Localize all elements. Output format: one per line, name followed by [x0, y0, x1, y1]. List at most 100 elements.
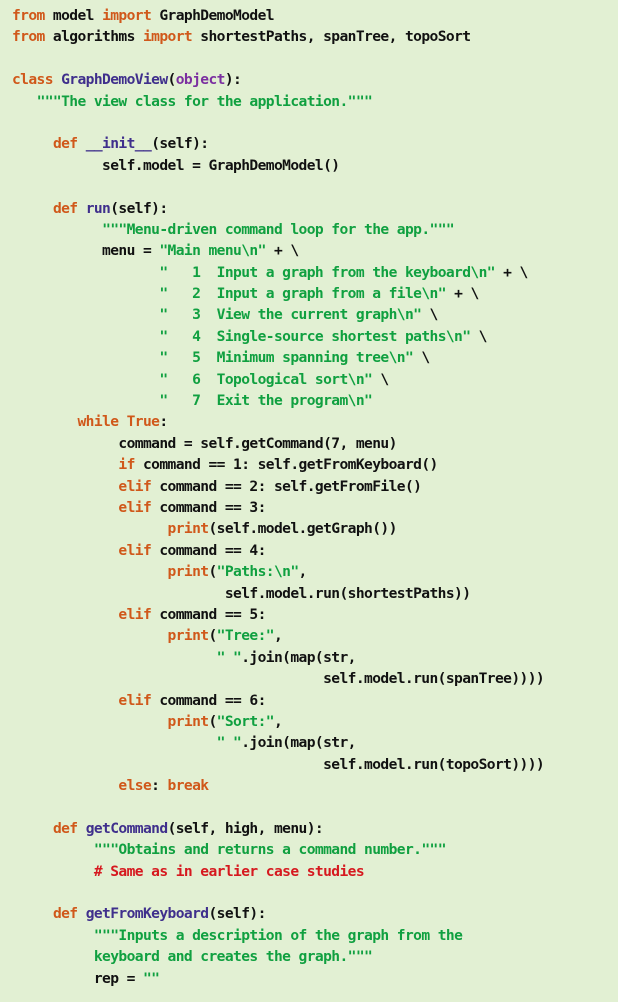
- keyword: print: [167, 563, 210, 581]
- code-text: (: [208, 563, 217, 581]
- code-text: menu =: [12, 242, 160, 260]
- keyword: def: [52, 905, 78, 923]
- string: "Tree:": [216, 627, 275, 645]
- code-text: self.model = GraphDemoModel(): [12, 156, 340, 174]
- code-text: + \: [265, 242, 299, 260]
- code-line: menu = "Main menu\n" + \: [12, 240, 618, 261]
- code-line: """Inputs a description of the graph fro…: [12, 925, 618, 946]
- string: """Inputs a description of the graph fro…: [93, 926, 463, 944]
- string: "Main menu\n": [159, 242, 266, 260]
- function-name: run: [85, 199, 111, 217]
- code-text: (self, high, menu):: [167, 819, 324, 837]
- code-text: (: [208, 712, 217, 730]
- code-text: self.model.run(shortestPaths)): [12, 584, 471, 602]
- code-line: print(self.model.getGraph()): [12, 518, 618, 539]
- keyword: elif: [118, 498, 152, 516]
- keyword: print: [167, 627, 210, 645]
- string: """Obtains and returns a command number.…: [93, 841, 447, 859]
- code-line: else: break: [12, 775, 618, 796]
- code-line: from algorithms import shortestPaths, sp…: [12, 26, 618, 47]
- code-line: """Obtains and returns a command number.…: [12, 839, 618, 860]
- code-text: (self.model.getGraph()): [208, 520, 397, 538]
- code-line: self.model = GraphDemoModel(): [12, 155, 618, 176]
- keyword: import: [102, 7, 152, 24]
- comment: # Same as in earlier case studies: [93, 862, 365, 880]
- keyword: def: [52, 819, 78, 837]
- string: " 6 Topological sort\n": [159, 370, 373, 388]
- code-text: command == 3:: [151, 498, 266, 516]
- string: "": [142, 969, 160, 987]
- keyword: print: [167, 520, 210, 538]
- code-line: elif command == 6:: [12, 690, 618, 711]
- code-text: command == 1: self.getFromKeyboard(): [134, 456, 438, 474]
- keyword: elif: [118, 477, 152, 495]
- code-text: \: [470, 327, 488, 345]
- code-text: + \: [445, 285, 479, 303]
- code-line: def run(self):: [12, 198, 618, 219]
- code-line: def getCommand(self, high, menu):: [12, 818, 618, 839]
- code-line: " ".join(map(str,: [12, 647, 618, 668]
- code-line: elif command == 3:: [12, 497, 618, 518]
- code-text: GraphDemoModel: [151, 7, 274, 24]
- code-text: self.model.run(spanTree)))): [12, 670, 545, 688]
- code-text: command == 2: self.getFromFile(): [151, 477, 422, 495]
- keyword: def: [52, 135, 78, 153]
- code-line: elif command == 5:: [12, 604, 618, 625]
- code-text: (self):: [208, 905, 266, 923]
- code-text: ,: [273, 627, 283, 645]
- code-text: shortestPaths, spanTree, topoSort: [192, 28, 471, 46]
- code-text: :: [159, 413, 168, 431]
- code-line: from model import GraphDemoModel: [12, 5, 618, 26]
- string: keyboard and creates the graph.""": [93, 948, 373, 966]
- code-text: command == 6:: [151, 691, 266, 709]
- string: """Menu-driven command loop for the app.…: [102, 220, 455, 238]
- code-line: print("Paths:\n",: [12, 561, 618, 582]
- keyword: elif: [118, 541, 152, 559]
- string: " 3 View the current graph\n": [159, 306, 422, 324]
- code-line: self.model.run(topoSort)))): [12, 754, 618, 775]
- code-listing: from model import GraphDemoModel from alg…: [0, 0, 618, 1002]
- keyword: from: [12, 7, 45, 24]
- code-line: def __init__(self):: [12, 133, 618, 154]
- keyword: print: [167, 712, 210, 730]
- keyword: True: [126, 413, 160, 431]
- code-text: command = self.getCommand(7, menu): [12, 434, 397, 452]
- code-text: (self):: [110, 199, 168, 217]
- keyword: import: [142, 28, 193, 46]
- function-name: getFromKeyboard: [85, 905, 209, 923]
- code-line: " 4 Single-source shortest paths\n" \: [12, 326, 618, 347]
- string: " 2 Input a graph from a file\n": [159, 285, 446, 303]
- string: "Paths:\n": [216, 563, 299, 581]
- string: " 5 Minimum spanning tree\n": [159, 349, 414, 367]
- function-name: __init__: [85, 135, 152, 153]
- code-text: rep =: [12, 969, 143, 987]
- code-line: " 2 Input a graph from a file\n" + \: [12, 283, 618, 304]
- code-text: command == 5:: [151, 605, 266, 623]
- string: "Sort:": [216, 712, 275, 730]
- code-text: model: [44, 7, 103, 24]
- code-line: " 3 View the current graph\n" \: [12, 304, 618, 325]
- keyword: else: [118, 777, 152, 795]
- code-text: ):: [224, 71, 242, 89]
- string: " 1 Input a graph from the keyboard\n": [159, 263, 495, 281]
- code-line: def getFromKeyboard(self):: [12, 903, 618, 924]
- string: " ": [216, 734, 242, 752]
